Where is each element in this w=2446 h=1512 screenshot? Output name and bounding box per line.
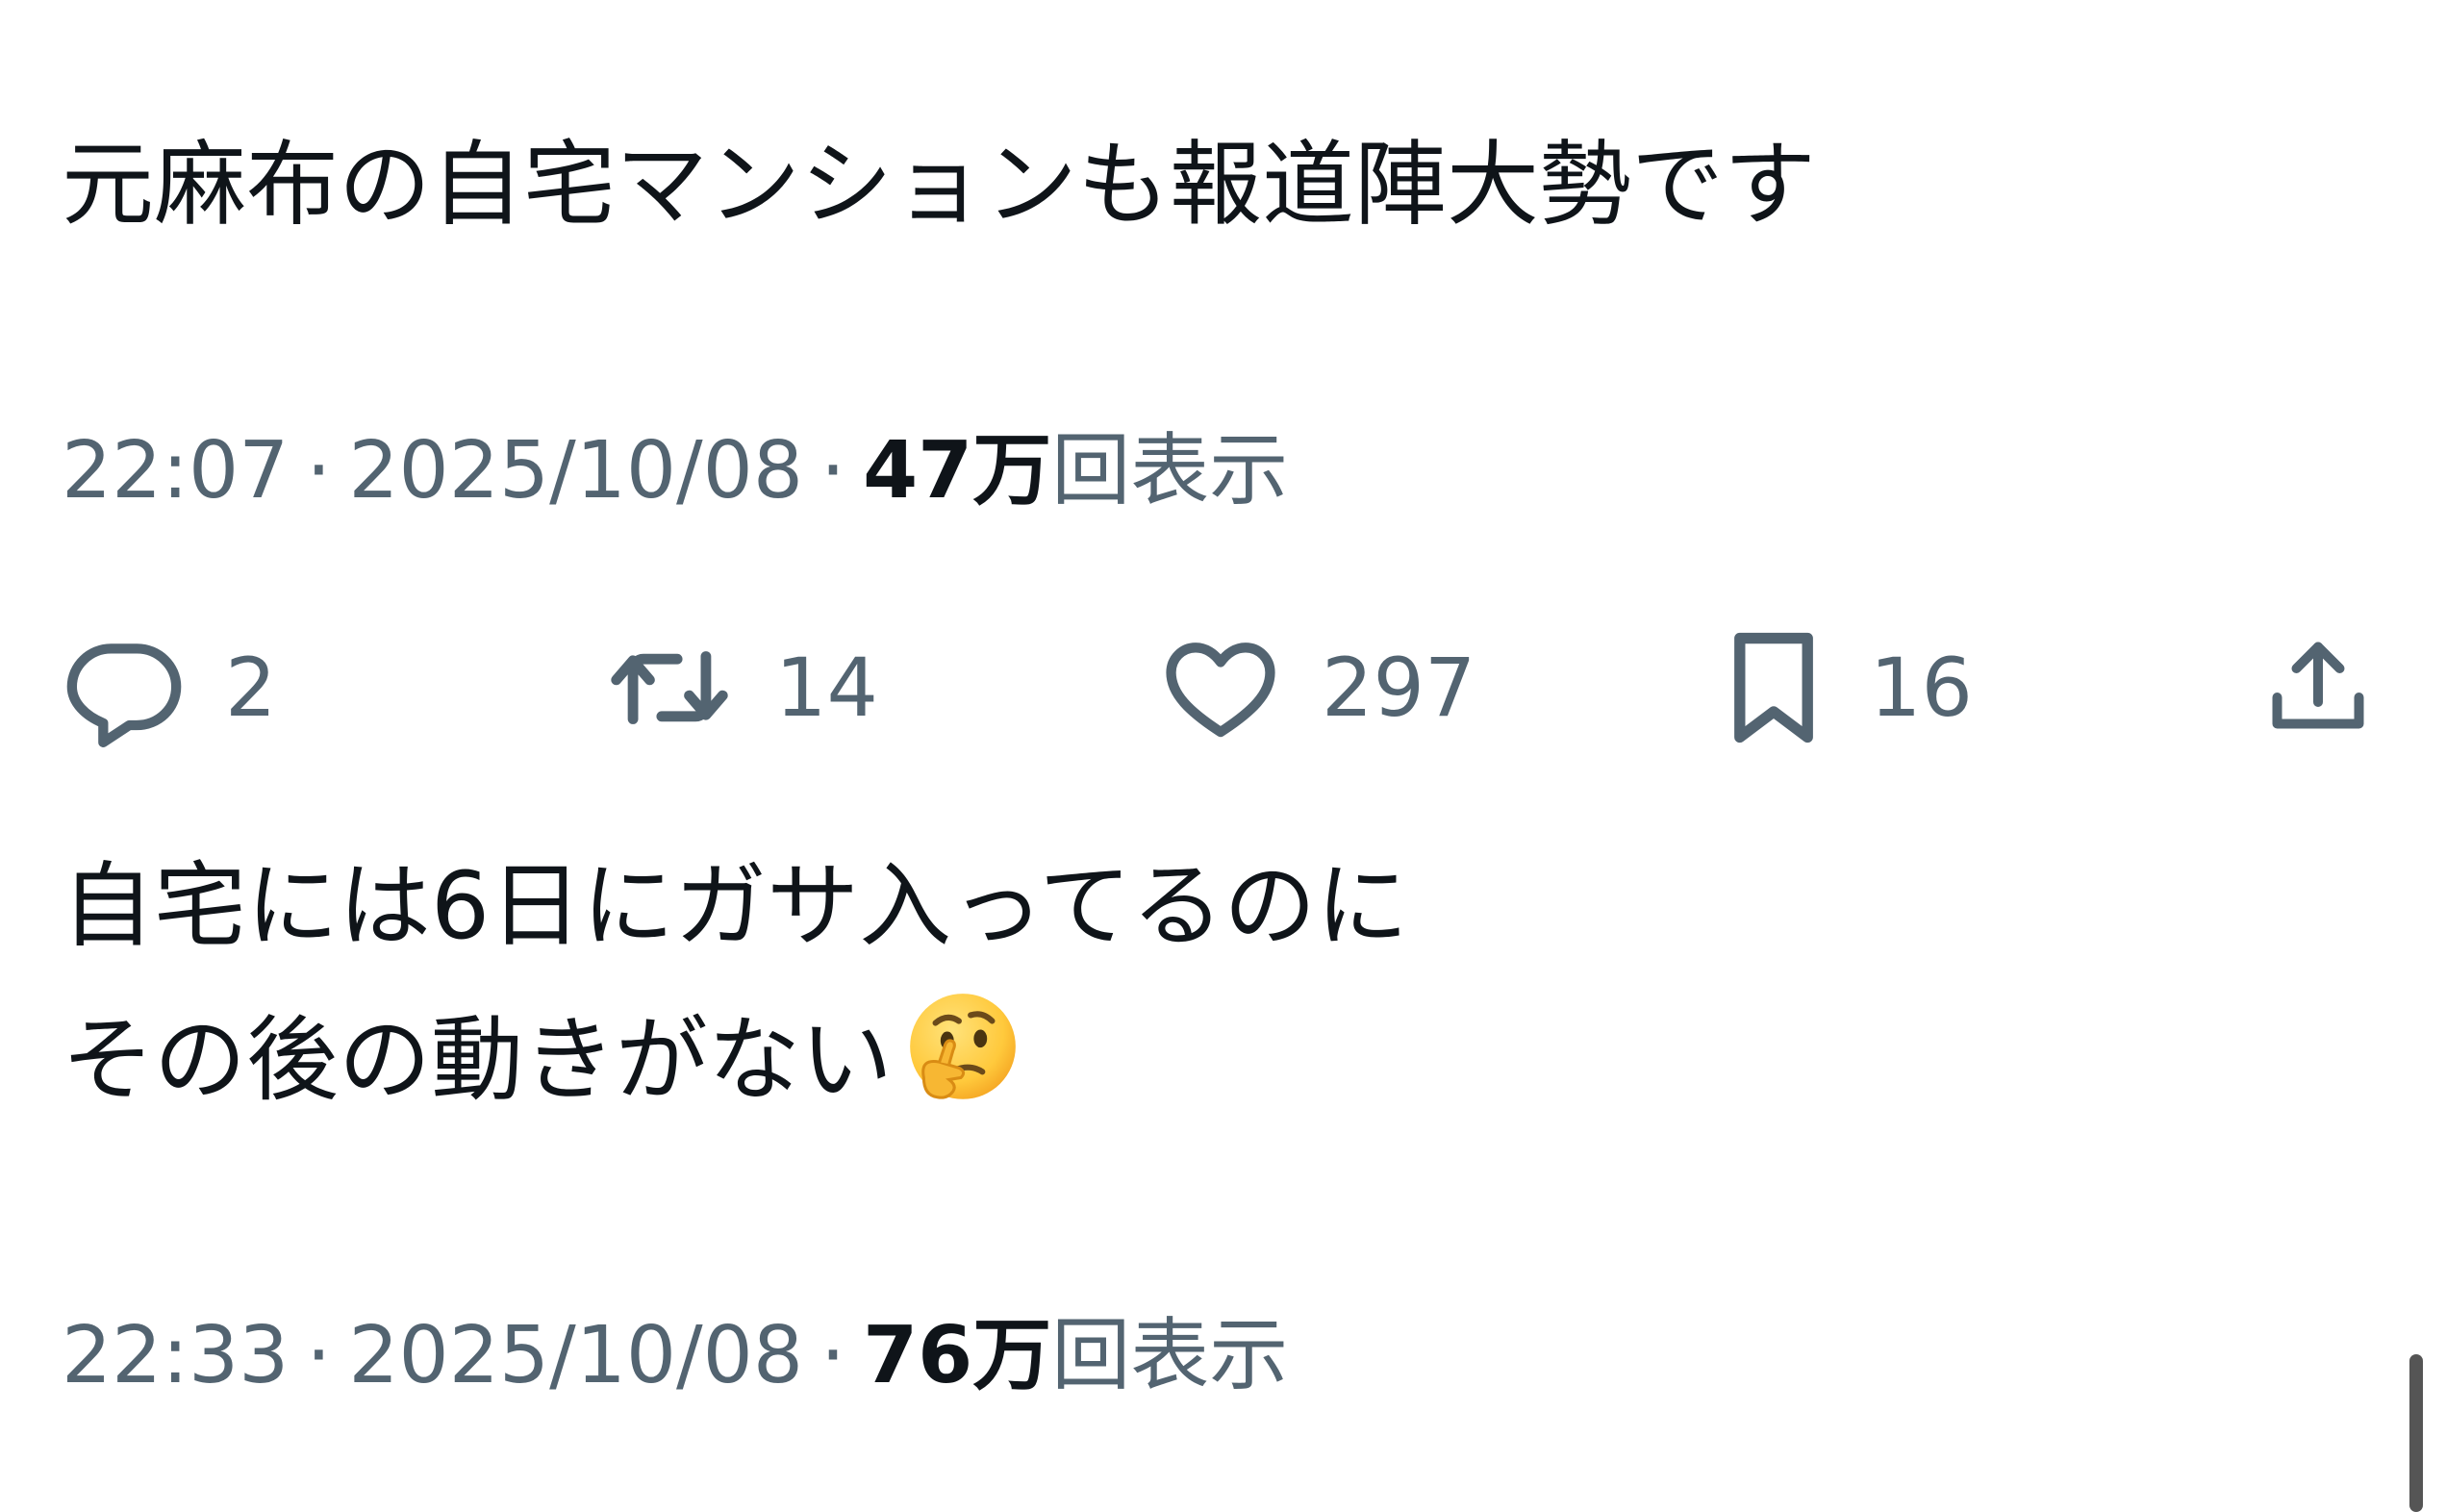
separator: ·	[820, 425, 846, 517]
tweet-metadata: 22:33 · 2025/10/08 · 76万回表示	[62, 1308, 1288, 1404]
like-count: 297	[1322, 641, 1476, 735]
separator: ·	[820, 1310, 846, 1401]
scrollbar[interactable]	[2409, 1354, 2423, 1512]
tweet-text-line: 自宅には6日にガサ入ってるのに	[62, 852, 1409, 960]
tweet-text-line-content: その後の動きがない	[62, 1006, 893, 1114]
tweet-action-bar: 2 14 297 16	[0, 616, 2446, 760]
tweet-date[interactable]: 2025/10/08	[348, 425, 803, 517]
reply-icon	[66, 643, 182, 748]
tweet-text: 自宅には6日にガサ入ってるのに その後の動きがない	[62, 829, 1408, 1137]
bookmark-count: 16	[1870, 641, 1973, 735]
share-icon	[2272, 642, 2364, 729]
tweet-text: 元麻布の自宅マンションも報道陣大勢です	[62, 108, 1816, 262]
bookmark-button[interactable]: 16	[1716, 616, 1973, 760]
reply-count: 2	[225, 641, 277, 735]
tweet-text-line: その後の動きがない	[62, 983, 1408, 1137]
views-label[interactable]: 回表示	[1051, 1310, 1288, 1401]
thinking-face-icon	[910, 994, 1016, 1099]
bookmark-icon	[1734, 632, 1813, 743]
tweet-date[interactable]: 2025/10/08	[348, 1310, 803, 1401]
views-label[interactable]: 回表示	[1051, 425, 1288, 517]
tweet-text-line: 元麻布の自宅マンションも報道陣大勢です	[62, 131, 1816, 239]
separator: ·	[306, 425, 332, 517]
views-count[interactable]: 47万	[863, 425, 1051, 517]
repost-button[interactable]: 14	[602, 616, 878, 760]
repost-icon	[611, 651, 728, 724]
repost-count: 14	[775, 641, 878, 735]
reply-button[interactable]: 2	[62, 616, 276, 760]
share-button[interactable]	[2260, 616, 2376, 760]
like-button[interactable]: 297	[1158, 616, 1475, 760]
heart-icon	[1166, 643, 1275, 738]
separator: ·	[306, 1310, 332, 1401]
tweet-metadata: 22:07 · 2025/10/08 · 47万回表示	[62, 423, 1288, 519]
tweet-time[interactable]: 22:33	[62, 1310, 289, 1401]
tweet-time[interactable]: 22:07	[62, 425, 289, 517]
views-count[interactable]: 76万	[863, 1310, 1051, 1401]
